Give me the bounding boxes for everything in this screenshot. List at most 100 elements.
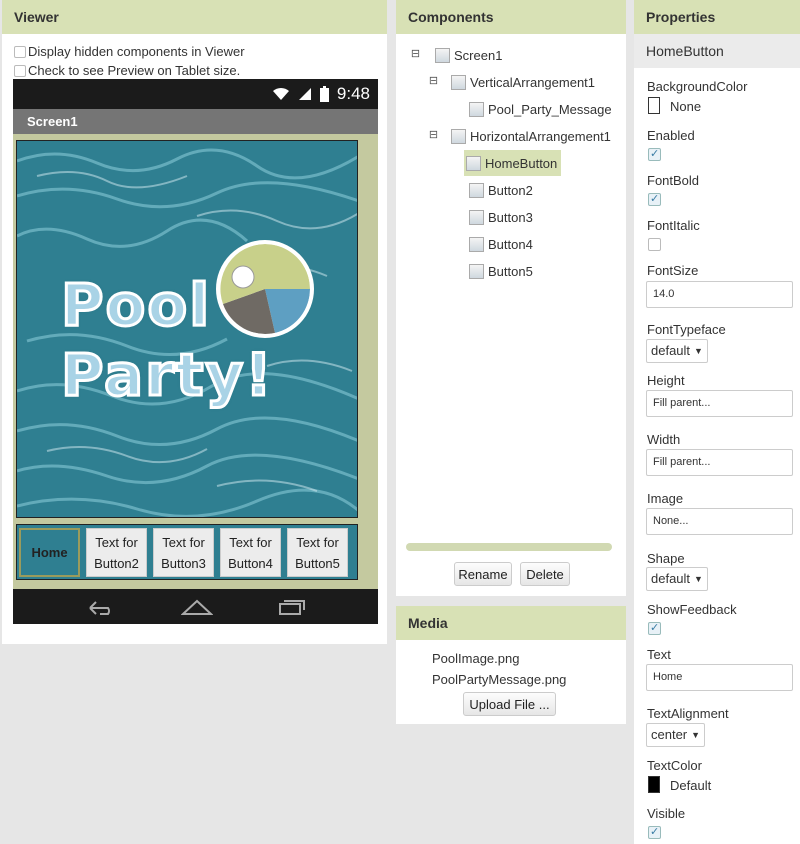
back-icon[interactable] [86, 599, 116, 615]
tree-item-label: Button5 [488, 263, 533, 279]
height-input[interactable]: Fill parent... [646, 390, 793, 417]
screen-canvas: Pool Party! Home Text for Button2 Text f… [13, 134, 378, 589]
dropdown-caret-icon: ▼ [691, 730, 701, 740]
tree-item-button2[interactable]: Button2 [469, 179, 533, 201]
tree-item-label: Button3 [488, 209, 533, 225]
media-file-item[interactable]: PoolPartyMessage.png [432, 672, 566, 687]
prop-label-show-feedback: ShowFeedback [647, 602, 737, 617]
tree-item-homebutton[interactable]: HomeButton [464, 150, 562, 176]
status-time: 9:48 [336, 84, 370, 103]
prop-label-font-italic: FontItalic [647, 218, 700, 233]
media-file-item[interactable]: PoolImage.png [432, 651, 519, 666]
horizontal-arrangement: Home Text for Button2 Text for Button3 T… [16, 524, 358, 580]
vertical-arrangement-icon [451, 74, 466, 90]
button-icon [466, 155, 481, 171]
collapse-icon[interactable]: ⊟ [428, 129, 439, 142]
text-color-swatch[interactable] [648, 776, 660, 793]
font-italic-checkbox[interactable] [648, 238, 661, 251]
media-panel: Media PoolImage.png PoolPartyMessage.png… [396, 606, 626, 724]
status-bar: 9:48 [13, 79, 378, 109]
font-typeface-select[interactable]: default ▼ [646, 339, 708, 363]
phone-preview: 9:48 Screen1 Pool Party! Home Text for B… [13, 79, 378, 624]
prop-label-text-alignment: TextAlignment [647, 706, 729, 721]
rename-button[interactable]: Rename [454, 562, 512, 586]
prop-label-width: Width [647, 432, 681, 447]
button-icon [469, 236, 484, 252]
prop-label-font-bold: FontBold [647, 173, 700, 188]
font-typeface-value: default [651, 343, 691, 358]
pool-title-line2: Party! [60, 340, 274, 411]
font-bold-checkbox[interactable] [648, 192, 661, 206]
button5[interactable]: Text for Button5 [287, 528, 348, 577]
home-nav-icon[interactable] [180, 599, 213, 615]
prop-label-image: Image [647, 491, 684, 506]
display-hidden-label: Display hidden components in Viewer [28, 44, 245, 59]
text-color-value[interactable]: Default [670, 778, 711, 793]
delete-button[interactable]: Delete [520, 562, 570, 586]
tree-item-button3[interactable]: Button3 [469, 206, 533, 228]
tree-scrollbar[interactable] [406, 543, 612, 551]
tree-item-button5[interactable]: Button5 [469, 260, 533, 282]
home-button[interactable]: Home [19, 528, 80, 577]
font-size-input[interactable]: 14.0 [646, 281, 793, 308]
upload-file-button[interactable]: Upload File ... [463, 692, 556, 716]
prop-label-height: Height [647, 373, 685, 388]
enabled-checkbox[interactable] [648, 147, 661, 161]
display-hidden-checkbox[interactable] [14, 45, 26, 58]
tablet-preview-option[interactable]: Check to see Preview on Tablet size. [14, 63, 240, 78]
tree-item-vertical-arrangement1[interactable]: ⊟ VerticalArrangement1 [428, 71, 595, 93]
prop-label-text-color: TextColor [647, 758, 702, 773]
tree-item-label: Pool_Party_Message [488, 101, 612, 117]
recents-icon[interactable] [278, 599, 306, 615]
tree-item-screen1[interactable]: ⊟ Screen1 [410, 44, 502, 66]
properties-header: Properties [634, 0, 800, 34]
components-header: Components [396, 0, 626, 34]
pool-party-message-image[interactable]: Pool Party! [16, 140, 358, 518]
width-input[interactable]: Fill parent... [646, 449, 793, 476]
wifi-icon [272, 87, 289, 100]
button-icon [469, 182, 484, 198]
background-color-value[interactable]: None [670, 99, 701, 114]
tree-item-label: Screen1 [454, 47, 503, 63]
display-hidden-option[interactable]: Display hidden components in Viewer [14, 44, 245, 59]
visible-checkbox[interactable] [648, 825, 661, 839]
tree-item-label: Button2 [488, 182, 533, 198]
button4[interactable]: Text for Button4 [220, 528, 281, 577]
show-feedback-checkbox[interactable] [648, 621, 661, 635]
button-icon [469, 263, 484, 279]
properties-panel: Properties HomeButton BackgroundColor No… [634, 0, 800, 844]
tree-item-label: HorizontalArrangement1 [470, 128, 611, 144]
background-color-swatch[interactable] [648, 97, 660, 114]
android-nav-bar [13, 589, 378, 624]
button2[interactable]: Text for Button2 [86, 528, 147, 577]
media-header: Media [396, 606, 626, 640]
tree-item-button4[interactable]: Button4 [469, 233, 533, 255]
screen-icon [435, 47, 450, 63]
text-alignment-value: center [651, 727, 688, 742]
image-icon [469, 101, 484, 117]
prop-label-enabled: Enabled [647, 128, 695, 143]
prop-label-background-color: BackgroundColor [647, 79, 748, 94]
collapse-icon[interactable]: ⊟ [410, 48, 421, 61]
shape-value: default [651, 571, 691, 586]
collapse-icon[interactable]: ⊟ [428, 75, 439, 88]
image-input[interactable]: None... [646, 508, 793, 535]
button-icon [469, 209, 484, 225]
selected-component-name: HomeButton [634, 34, 800, 68]
tablet-preview-checkbox[interactable] [14, 64, 26, 77]
battery-icon [319, 86, 329, 102]
tree-item-pool-party-message[interactable]: Pool_Party_Message [469, 98, 612, 120]
text-alignment-select[interactable]: center ▼ [646, 723, 706, 747]
prop-label-visible: Visible [647, 806, 686, 821]
dropdown-caret-icon: ▼ [694, 574, 703, 584]
beach-ball-icon [216, 240, 314, 338]
text-input[interactable]: Home [646, 664, 793, 691]
viewer-panel: Viewer Display hidden components in View… [2, 0, 387, 644]
shape-select[interactable]: default ▼ [646, 567, 708, 591]
components-panel: Components ⊟ Screen1 ⊟ VerticalArrangeme… [396, 0, 626, 596]
horizontal-arrangement-icon [451, 128, 466, 144]
tree-item-horizontal-arrangement1[interactable]: ⊟ HorizontalArrangement1 [428, 125, 611, 147]
tree-item-label: HomeButton [485, 155, 558, 171]
button3[interactable]: Text for Button3 [153, 528, 214, 577]
screen-title-bar: Screen1 [13, 109, 378, 134]
